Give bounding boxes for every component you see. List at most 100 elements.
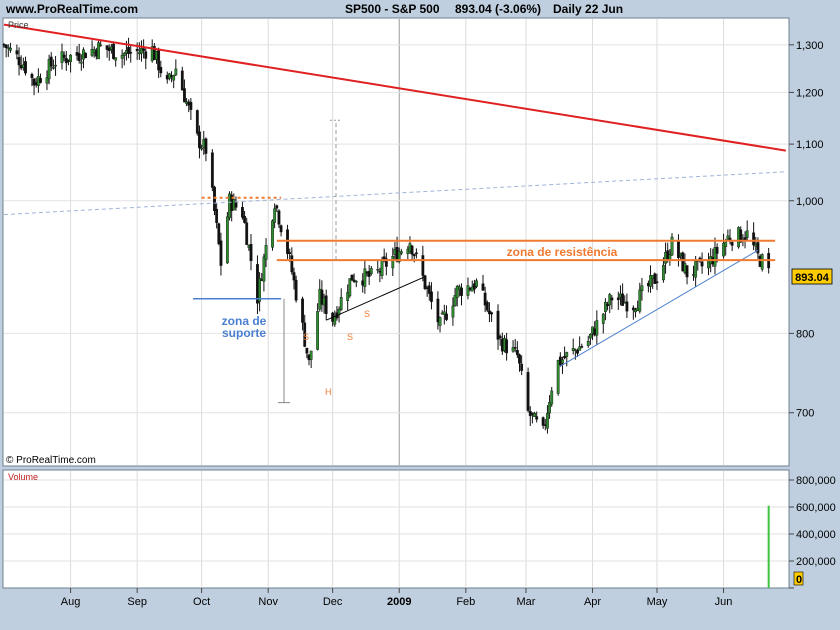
x-tick-label: Oct bbox=[193, 596, 210, 608]
candle-body bbox=[225, 216, 229, 264]
candle-body bbox=[309, 350, 313, 360]
right-shoulder-label-2: S bbox=[364, 309, 370, 319]
candle-body bbox=[15, 50, 19, 55]
candle-body bbox=[756, 242, 760, 254]
candle-body bbox=[180, 70, 184, 91]
candle-body bbox=[174, 68, 178, 76]
candle-body bbox=[204, 138, 208, 154]
candle-body bbox=[363, 268, 367, 287]
candle-body bbox=[601, 313, 605, 324]
candle-body bbox=[77, 53, 81, 61]
candle-body bbox=[760, 254, 764, 270]
right-shoulder-label-1: S bbox=[347, 332, 353, 342]
x-tick-label: 2009 bbox=[387, 596, 411, 608]
candle-body bbox=[565, 352, 569, 357]
candle-body bbox=[573, 349, 577, 351]
candle-body bbox=[438, 317, 442, 326]
candle-body bbox=[301, 298, 304, 323]
candle-body bbox=[339, 297, 343, 310]
candle-body bbox=[588, 334, 592, 339]
candle-body bbox=[144, 51, 148, 59]
left-shoulder-label: S bbox=[303, 332, 309, 342]
candle-body bbox=[275, 205, 279, 209]
candle-body bbox=[350, 274, 354, 281]
x-tick-label: Feb bbox=[456, 596, 475, 608]
volume-tick-label: 800,000 bbox=[796, 475, 836, 487]
candle-body bbox=[219, 240, 223, 266]
candle-body bbox=[249, 244, 253, 262]
candle-body bbox=[114, 57, 118, 61]
volume-bar bbox=[767, 505, 770, 588]
y-tick-label: 1,000 bbox=[796, 196, 824, 208]
candle-body bbox=[99, 44, 103, 47]
candle-body bbox=[54, 64, 57, 67]
candle-body bbox=[640, 285, 644, 292]
candle-body bbox=[496, 310, 500, 340]
candle-body bbox=[610, 297, 614, 301]
candle-body bbox=[241, 207, 244, 218]
candle-body bbox=[595, 320, 599, 336]
price-panel-label: Price bbox=[8, 20, 29, 30]
volume-panel[interactable] bbox=[2, 469, 790, 589]
x-tick-label: Nov bbox=[258, 596, 278, 608]
x-tick-label: Aug bbox=[61, 596, 81, 608]
candle-body bbox=[586, 341, 590, 346]
x-tick-label: Mar bbox=[516, 596, 535, 608]
candle-body bbox=[412, 254, 416, 257]
candle-body bbox=[526, 372, 530, 411]
candle-body bbox=[17, 57, 21, 66]
candle-body bbox=[515, 349, 519, 356]
candle-body bbox=[520, 363, 524, 371]
x-tick-label: Dec bbox=[323, 596, 343, 608]
candle-body bbox=[662, 264, 665, 281]
y-tick-label: 700 bbox=[796, 408, 814, 420]
candle-body bbox=[481, 283, 485, 291]
candle-body bbox=[580, 346, 584, 348]
candle-body bbox=[376, 269, 380, 271]
candle-body bbox=[316, 311, 319, 350]
candle-body bbox=[271, 220, 274, 248]
candle-body bbox=[430, 291, 433, 302]
candle-body bbox=[49, 56, 53, 67]
chart-svg[interactable]: Aug Sep Oct Nov Dec 2009 Feb Mar Apr May Jun 1,300 1… bbox=[0, 0, 840, 630]
candle-body bbox=[410, 245, 414, 255]
candle-body bbox=[195, 110, 199, 134]
candle-body bbox=[518, 354, 521, 364]
candle-body bbox=[451, 305, 455, 318]
candle-body bbox=[505, 339, 509, 354]
candle-body bbox=[380, 259, 384, 276]
candle-body bbox=[234, 201, 238, 208]
candle-body bbox=[535, 416, 539, 420]
candle-body bbox=[24, 61, 27, 74]
candle-body bbox=[84, 52, 88, 59]
candle-body bbox=[288, 252, 292, 255]
candle-body bbox=[112, 43, 115, 60]
candle-body bbox=[421, 255, 425, 276]
candle-body bbox=[685, 265, 689, 278]
y-tick-label: 1,300 bbox=[796, 40, 824, 52]
candle-body bbox=[279, 225, 283, 233]
candle-body bbox=[616, 297, 620, 301]
candle-body bbox=[655, 281, 659, 283]
candle-body bbox=[198, 131, 201, 149]
x-tick-label: Sep bbox=[127, 596, 147, 608]
x-tick-label: Apr bbox=[584, 596, 601, 608]
candle-body bbox=[445, 313, 448, 320]
candle-body bbox=[129, 52, 133, 54]
candle-body bbox=[490, 312, 493, 315]
volume-tick-label: 200,000 bbox=[796, 556, 836, 568]
candle-body bbox=[277, 210, 281, 225]
candle-body bbox=[305, 347, 309, 354]
candle-body bbox=[621, 293, 625, 306]
candle-body bbox=[189, 101, 193, 110]
candle-body bbox=[745, 230, 749, 238]
candle-body bbox=[243, 216, 246, 223]
candle-body bbox=[513, 347, 517, 349]
candle-body bbox=[576, 350, 579, 354]
last-price-label: 893.04 bbox=[795, 272, 830, 284]
candle-body bbox=[273, 208, 277, 223]
candle-body bbox=[604, 302, 607, 312]
resistance-zone-label: zona de resistência bbox=[507, 245, 618, 259]
candle-body bbox=[264, 245, 268, 260]
candle-body bbox=[546, 413, 549, 429]
